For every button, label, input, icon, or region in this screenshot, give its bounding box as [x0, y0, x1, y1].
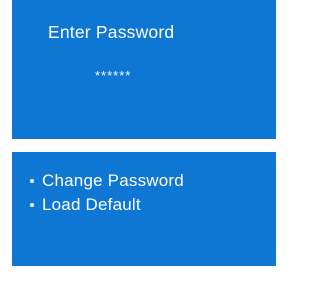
password-input[interactable]: ******: [95, 68, 131, 84]
menu-item-load-default[interactable]: Load Default: [30, 193, 184, 217]
password-prompt-title: Enter Password: [48, 22, 175, 42]
menu-item-change-password[interactable]: Change Password: [30, 169, 184, 193]
bullet-icon: [30, 203, 34, 207]
password-options-menu-screen: Change Password Load Default: [12, 152, 276, 266]
menu-item-label: Load Default: [42, 195, 141, 214]
menu-item-label: Change Password: [42, 171, 184, 190]
password-entry-screen: Enter Password ******: [12, 0, 276, 139]
bullet-icon: [30, 179, 34, 183]
password-options-list: Change Password Load Default: [30, 169, 184, 217]
